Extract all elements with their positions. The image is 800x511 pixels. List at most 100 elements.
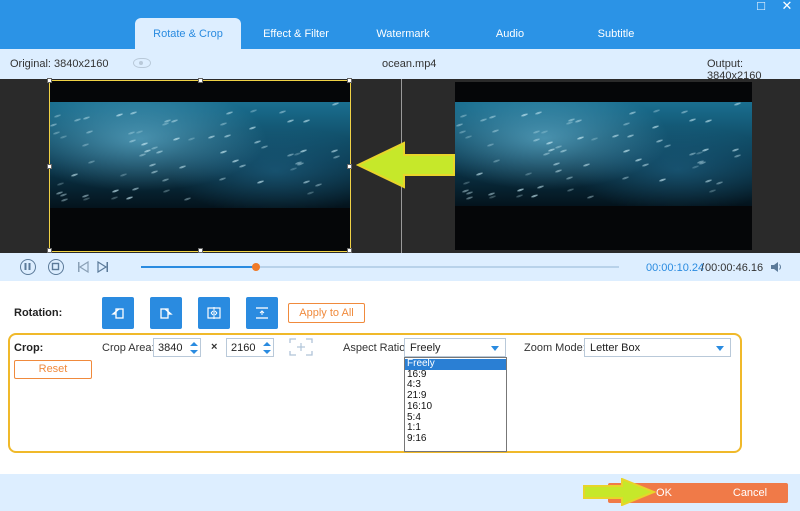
fish-shape	[659, 178, 667, 183]
next-frame-icon[interactable]	[97, 261, 109, 273]
crop-handle-left[interactable]	[47, 164, 52, 169]
fish-shape	[634, 158, 643, 163]
eye-icon[interactable]	[133, 58, 151, 68]
zoom-mode-value: Letter Box	[590, 342, 641, 354]
crop-handle-right[interactable]	[347, 164, 352, 169]
fish-shape	[695, 150, 703, 155]
fish-shape	[520, 112, 528, 117]
increase-width-icon[interactable]	[190, 342, 198, 346]
tab-rotate-crop[interactable]: Rotate & Crop	[135, 18, 241, 49]
crop-width-stepper[interactable]: 3840	[153, 338, 201, 357]
center-crop-icon[interactable]	[287, 336, 315, 358]
fish-shape	[576, 135, 585, 140]
decrease-height-icon[interactable]	[263, 350, 271, 354]
increase-height-icon[interactable]	[263, 342, 271, 346]
fish-shape	[574, 118, 583, 123]
crop-handle-top-right[interactable]	[347, 78, 352, 83]
fish-shape	[493, 159, 501, 164]
fish-shape	[733, 101, 741, 107]
file-name: ocean.mp4	[382, 58, 437, 70]
fish-shape	[642, 162, 650, 168]
flip-vertical-icon	[256, 307, 268, 319]
crop-handle-top-left[interactable]	[47, 78, 52, 83]
fish-shape	[621, 175, 629, 180]
fish-shape	[476, 172, 484, 177]
crop-height-value: 2160	[231, 342, 256, 354]
volume-icon[interactable]	[770, 261, 782, 273]
progress-track[interactable]	[141, 263, 619, 271]
aspect-ratio-value: Freely	[410, 342, 441, 354]
fish-shape	[731, 147, 739, 152]
fish-shape	[534, 110, 543, 115]
fish-shape	[533, 138, 541, 143]
crop-height-stepper[interactable]: 2160	[226, 338, 274, 357]
fish-shape	[681, 110, 689, 115]
fish-shape	[692, 165, 700, 170]
fish-shape	[466, 190, 474, 196]
reset-button[interactable]: Reset	[14, 360, 92, 379]
top-bar: Rotate & Crop Effect & Filter Watermark …	[0, 0, 800, 49]
fish-shape	[488, 115, 496, 120]
fish-shape	[628, 110, 636, 115]
crop-handle-top[interactable]	[198, 78, 203, 83]
crop-frame[interactable]	[47, 78, 352, 253]
aspect-ratio-select[interactable]: Freely	[404, 338, 506, 357]
chevron-down-icon	[716, 346, 724, 351]
rotate-right-button[interactable]	[150, 297, 182, 329]
fish-shape	[479, 117, 487, 122]
fish-shape	[582, 163, 590, 168]
arrow-right-annotation	[583, 478, 656, 506]
stop-button[interactable]	[48, 259, 64, 275]
fish-shape	[536, 185, 545, 190]
zoom-mode-label: Zoom Mode:	[524, 342, 586, 354]
fish-shape	[455, 122, 463, 127]
aspect-option-9-16[interactable]: 9:16	[405, 433, 506, 445]
rotate-left-button[interactable]	[102, 297, 134, 329]
fish-shape	[704, 178, 713, 183]
fish-shape	[652, 108, 660, 113]
fish-shape	[555, 168, 563, 173]
fish-shape	[516, 194, 524, 199]
zoom-mode-select[interactable]: Letter Box	[584, 338, 731, 357]
progress-fill	[141, 266, 256, 268]
fish-shape	[663, 144, 671, 149]
preview-area	[0, 78, 800, 253]
original-resolution: Original: 3840x2160	[10, 58, 109, 70]
close-icon[interactable]: ✕	[777, 0, 797, 14]
previous-frame-icon[interactable]	[77, 261, 89, 273]
pause-button[interactable]	[20, 259, 36, 275]
flip-horizontal-icon	[207, 307, 221, 319]
crop-label: Crop:	[14, 342, 44, 354]
aspect-option-16-10[interactable]: 16:10	[405, 401, 506, 413]
apply-to-all-button[interactable]: Apply to All	[288, 303, 365, 323]
decrease-width-icon[interactable]	[190, 350, 198, 354]
fish-shape	[734, 153, 742, 158]
aspect-ratio-label: Aspect Ratio:	[343, 342, 409, 354]
fish-shape	[460, 113, 468, 119]
fish-shape	[656, 139, 664, 144]
tab-subtitle[interactable]: Subtitle	[580, 18, 652, 49]
fish-shape	[540, 129, 549, 134]
output-video	[455, 82, 752, 250]
flip-horizontal-button[interactable]	[198, 297, 230, 329]
arrow-left-annotation	[356, 141, 455, 189]
flip-vertical-button[interactable]	[246, 297, 278, 329]
fish-shape	[532, 130, 541, 135]
time-separator: /	[701, 262, 705, 274]
fish-shape	[611, 134, 619, 139]
times-sign: ×	[211, 341, 218, 353]
fish-shape	[567, 187, 575, 192]
fish-shape	[462, 180, 470, 185]
cancel-button[interactable]: Cancel	[712, 483, 788, 503]
total-time: 00:00:46.16	[705, 262, 764, 274]
fish-shape	[466, 196, 474, 201]
tab-watermark[interactable]: Watermark	[358, 18, 448, 49]
fish-shape	[591, 136, 599, 141]
maximize-icon[interactable]: □	[751, 0, 771, 14]
fish-shape	[530, 193, 538, 198]
tab-audio[interactable]: Audio	[470, 18, 550, 49]
chevron-down-icon	[491, 346, 499, 351]
tab-effect-filter[interactable]: Effect & Filter	[248, 18, 344, 49]
fish-shape	[488, 195, 496, 200]
progress-knob[interactable]	[251, 263, 260, 271]
